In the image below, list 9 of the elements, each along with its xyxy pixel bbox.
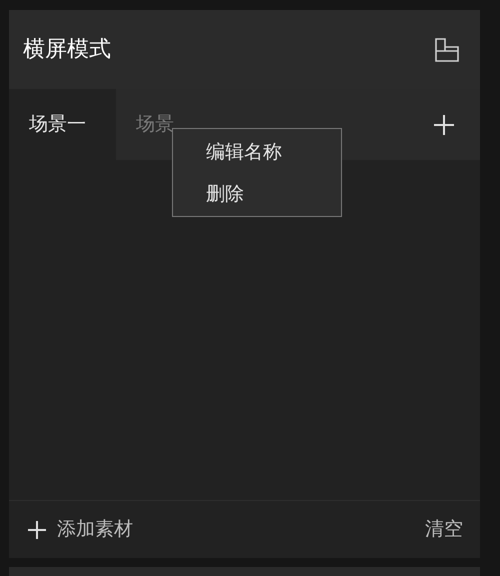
menu-item[interactable]: 删除 (206, 178, 244, 208)
add-material-button[interactable]: 添加素材 (27, 515, 133, 544)
panel-title: 横屏模式 (23, 36, 111, 64)
add-icon[interactable] (433, 114, 455, 136)
menu-item[interactable]: 编辑名称 (206, 136, 282, 166)
scene-tab[interactable]: 场景一 (9, 89, 116, 160)
clear-button[interactable]: 清空 (425, 515, 463, 544)
layout-icon[interactable] (434, 36, 460, 62)
plus-icon (27, 520, 47, 540)
